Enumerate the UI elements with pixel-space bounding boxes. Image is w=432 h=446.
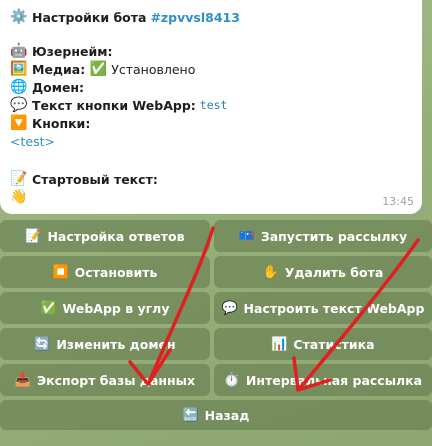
buttons-label: Кнопки:	[32, 115, 91, 131]
globe-icon: 🌐	[10, 79, 28, 95]
raised-hand-icon: ✋	[262, 264, 279, 280]
domain-line: 🌐 Домен:	[10, 78, 84, 96]
robot-icon: 🤖	[10, 43, 28, 59]
webapp-text-line: 💬 Текст кнопки WebApp: test	[10, 96, 227, 114]
waving-hand-icon: 👋	[10, 189, 28, 205]
change-domain-button[interactable]: 🔄 Изменить домен	[0, 328, 210, 360]
delete-bot-button[interactable]: ✋ Удалить бота	[214, 256, 432, 288]
check-icon: ✅	[40, 300, 57, 316]
username-label: Юзернейм:	[32, 43, 113, 59]
media-value: Установлено	[111, 61, 196, 77]
message-time: 13:45	[382, 195, 414, 208]
start-text-line: 📝 Стартовый текст:	[10, 170, 158, 188]
media-label: Медиа:	[32, 61, 86, 77]
wave-line: 👋	[10, 188, 28, 206]
webapp-button-label: Текст кнопки WebApp:	[32, 97, 196, 113]
stop-icon: ⏹️	[52, 264, 69, 280]
back-label: Назад	[204, 407, 250, 423]
statistics-button[interactable]: 📊 Статистика	[214, 328, 432, 360]
back-arrow-icon: 🔙	[182, 407, 199, 423]
message-title-line: ⚙️ Настройки бота #zpvvsl8413	[10, 8, 240, 26]
back-button[interactable]: 🔙 Назад	[0, 400, 432, 430]
delete-bot-label: Удалить бота	[284, 264, 384, 280]
domain-label: Домен:	[32, 79, 85, 95]
setup-replies-button[interactable]: 📝 Настройка ответов	[0, 220, 210, 252]
webapp-corner-button[interactable]: ✅ WebApp в углу	[0, 292, 210, 324]
export-db-button[interactable]: 📥 Экспорт базы данных	[0, 364, 210, 396]
start-broadcast-label: Запустить рассылку	[260, 228, 408, 244]
buttons-line: 🔽 Кнопки:	[10, 114, 90, 132]
buttons-value[interactable]: <test>	[10, 134, 55, 149]
stopwatch-icon: ⏱️	[223, 372, 240, 388]
inbox-tray-icon: 📥	[14, 372, 32, 388]
interval-broadcast-label: Интервальная рассылка	[245, 372, 423, 388]
arrow-down-box-icon: 🔽	[10, 115, 28, 131]
change-domain-label: Изменить домен	[56, 336, 176, 352]
picture-icon: 🖼️	[10, 61, 28, 77]
setup-webapp-text-button[interactable]: 💬 Настроить текст WebApp	[214, 292, 432, 324]
media-line: 🖼️ Медиа: ✅ Установлено	[10, 60, 195, 78]
webapp-corner-label: WebApp в углу	[62, 300, 170, 316]
start-text-label: Стартовый текст:	[32, 171, 158, 187]
start-broadcast-button[interactable]: 📪 Запустить рассылку	[214, 220, 432, 252]
interval-broadcast-button[interactable]: ⏱️ Интервальная рассылка	[214, 364, 432, 396]
bar-chart-icon: 📊	[271, 336, 288, 352]
statistics-label: Статистика	[293, 336, 375, 352]
speech-bubble-icon: 💬	[221, 300, 238, 316]
setup-webapp-text-label: Настроить текст WebApp	[243, 300, 425, 316]
webapp-button-value: test	[199, 98, 228, 112]
bot-settings-message: ⚙️ Настройки бота #zpvvsl8413 🤖 Юзернейм…	[0, 0, 422, 214]
memo-icon: 📝	[10, 171, 28, 187]
stop-button[interactable]: ⏹️ Остановить	[0, 256, 210, 288]
bot-tag-link[interactable]: #zpvvsl8413	[150, 10, 240, 25]
buttons-value-line: <test>	[10, 134, 55, 149]
postbox-icon: 📪	[238, 228, 255, 244]
speech-bubble-icon: 💬	[10, 97, 28, 113]
refresh-icon: 🔄	[34, 336, 51, 352]
setup-replies-label: Настройка ответов	[47, 228, 185, 244]
memo-icon: 📝	[25, 228, 42, 244]
message-title: Настройки бота	[32, 9, 147, 25]
username-line: 🤖 Юзернейм:	[10, 42, 112, 60]
export-db-label: Экспорт базы данных	[36, 372, 196, 388]
stop-label: Остановить	[74, 264, 158, 280]
gear-icon: ⚙️	[10, 9, 28, 25]
check-icon: ✅	[89, 61, 107, 77]
